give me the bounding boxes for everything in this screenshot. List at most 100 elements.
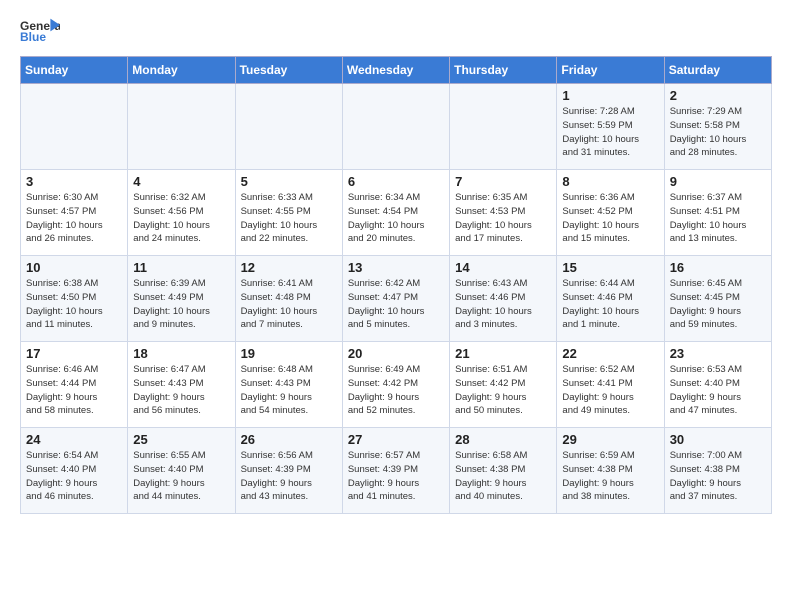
day-number: 7 [455,174,551,189]
day-number: 19 [241,346,337,361]
col-header-sunday: Sunday [21,57,128,84]
day-info: Sunrise: 6:46 AM Sunset: 4:44 PM Dayligh… [26,363,122,418]
calendar-cell: 14 Sunrise: 6:43 AM Sunset: 4:46 PM Dayli… [450,256,557,342]
calendar-cell [450,84,557,170]
week-row-3: 17Sunrise: 6:46 AM Sunset: 4:44 PM Dayli… [21,342,772,428]
col-header-saturday: Saturday [664,57,771,84]
day-number: 21 [455,346,551,361]
col-header-monday: Monday [128,57,235,84]
day-info: Sunrise: 6:39 AM Sunset: 4:49 PM Dayligh… [133,277,229,332]
calendar-cell: 16 Sunrise: 6:45 AM Sunset: 4:45 PM Dayli… [664,256,771,342]
day-number: 9 [670,174,766,189]
day-number: 27 [348,432,444,447]
calendar-cell: 25 Sunrise: 6:55 AM Sunset: 4:40 PM Dayli… [128,428,235,514]
day-number: 8 [562,174,658,189]
day-info: Sunrise: 7:29 AM Sunset: 5:58 PM Dayligh… [670,105,766,160]
day-info: Sunrise: 6:54 AM Sunset: 4:40 PM Dayligh… [26,449,122,504]
calendar-cell: 29Sunrise: 6:59 AM Sunset: 4:38 PM Dayli… [557,428,664,514]
day-info: Sunrise: 6:34 AM Sunset: 4:54 PM Dayligh… [348,191,444,246]
day-number: 20 [348,346,444,361]
day-number: 3 [26,174,122,189]
calendar-cell: 28 Sunrise: 6:58 AM Sunset: 4:38 PM Dayli… [450,428,557,514]
calendar-cell: 3 Sunrise: 6:30 AM Sunset: 4:57 PM Daylig… [21,170,128,256]
day-info: Sunrise: 6:32 AM Sunset: 4:56 PM Dayligh… [133,191,229,246]
calendar-cell: 1 Sunrise: 7:28 AM Sunset: 5:59 PM Daylig… [557,84,664,170]
day-number: 16 [670,260,766,275]
calendar-cell: 18 Sunrise: 6:47 AM Sunset: 4:43 PM Dayli… [128,342,235,428]
day-number: 28 [455,432,551,447]
day-number: 15 [562,260,658,275]
day-info: Sunrise: 6:52 AM Sunset: 4:41 PM Dayligh… [562,363,658,418]
day-info: Sunrise: 6:36 AM Sunset: 4:52 PM Dayligh… [562,191,658,246]
day-number: 12 [241,260,337,275]
day-info: Sunrise: 7:00 AM Sunset: 4:38 PM Dayligh… [670,449,766,504]
day-number: 6 [348,174,444,189]
calendar-cell: 7Sunrise: 6:35 AM Sunset: 4:53 PM Daylig… [450,170,557,256]
calendar-cell [235,84,342,170]
calendar-cell: 27 Sunrise: 6:57 AM Sunset: 4:39 PM Dayli… [342,428,449,514]
calendar-cell: 20 Sunrise: 6:49 AM Sunset: 4:42 PM Dayli… [342,342,449,428]
calendar-cell: 17Sunrise: 6:46 AM Sunset: 4:44 PM Dayli… [21,342,128,428]
calendar-cell [342,84,449,170]
header: General Blue [20,16,772,46]
day-info: Sunrise: 6:47 AM Sunset: 4:43 PM Dayligh… [133,363,229,418]
calendar-cell [128,84,235,170]
day-number: 2 [670,88,766,103]
calendar-cell: 6 Sunrise: 6:34 AM Sunset: 4:54 PM Daylig… [342,170,449,256]
week-row-1: 3 Sunrise: 6:30 AM Sunset: 4:57 PM Daylig… [21,170,772,256]
day-info: Sunrise: 6:53 AM Sunset: 4:40 PM Dayligh… [670,363,766,418]
calendar-cell: 21 Sunrise: 6:51 AM Sunset: 4:42 PM Dayli… [450,342,557,428]
day-info: Sunrise: 7:28 AM Sunset: 5:59 PM Dayligh… [562,105,658,160]
calendar-cell: 10 Sunrise: 6:38 AM Sunset: 4:50 PM Dayli… [21,256,128,342]
day-info: Sunrise: 6:55 AM Sunset: 4:40 PM Dayligh… [133,449,229,504]
col-header-friday: Friday [557,57,664,84]
calendar-cell: 15Sunrise: 6:44 AM Sunset: 4:46 PM Dayli… [557,256,664,342]
calendar-cell: 26Sunrise: 6:56 AM Sunset: 4:39 PM Dayli… [235,428,342,514]
day-number: 25 [133,432,229,447]
day-number: 1 [562,88,658,103]
day-info: Sunrise: 6:59 AM Sunset: 4:38 PM Dayligh… [562,449,658,504]
calendar-cell: 24 Sunrise: 6:54 AM Sunset: 4:40 PM Dayli… [21,428,128,514]
calendar-cell: 9 Sunrise: 6:37 AM Sunset: 4:51 PM Daylig… [664,170,771,256]
week-row-2: 10 Sunrise: 6:38 AM Sunset: 4:50 PM Dayli… [21,256,772,342]
week-row-0: 1 Sunrise: 7:28 AM Sunset: 5:59 PM Daylig… [21,84,772,170]
calendar-cell: 8 Sunrise: 6:36 AM Sunset: 4:52 PM Daylig… [557,170,664,256]
calendar-cell [21,84,128,170]
day-number: 4 [133,174,229,189]
day-info: Sunrise: 6:58 AM Sunset: 4:38 PM Dayligh… [455,449,551,504]
calendar-table: SundayMondayTuesdayWednesdayThursdayFrid… [20,56,772,514]
svg-text:Blue: Blue [20,30,46,44]
day-number: 11 [133,260,229,275]
col-header-wednesday: Wednesday [342,57,449,84]
calendar-cell: 12 Sunrise: 6:41 AM Sunset: 4:48 PM Dayli… [235,256,342,342]
calendar-cell: 19 Sunrise: 6:48 AM Sunset: 4:43 PM Dayli… [235,342,342,428]
day-info: Sunrise: 6:37 AM Sunset: 4:51 PM Dayligh… [670,191,766,246]
day-info: Sunrise: 6:30 AM Sunset: 4:57 PM Dayligh… [26,191,122,246]
col-header-thursday: Thursday [450,57,557,84]
day-info: Sunrise: 6:41 AM Sunset: 4:48 PM Dayligh… [241,277,337,332]
day-info: Sunrise: 6:38 AM Sunset: 4:50 PM Dayligh… [26,277,122,332]
day-info: Sunrise: 6:43 AM Sunset: 4:46 PM Dayligh… [455,277,551,332]
day-number: 13 [348,260,444,275]
logo-icon: General Blue [20,16,60,46]
day-info: Sunrise: 6:33 AM Sunset: 4:55 PM Dayligh… [241,191,337,246]
day-number: 5 [241,174,337,189]
day-number: 18 [133,346,229,361]
day-info: Sunrise: 6:45 AM Sunset: 4:45 PM Dayligh… [670,277,766,332]
calendar-cell: 30Sunrise: 7:00 AM Sunset: 4:38 PM Dayli… [664,428,771,514]
day-info: Sunrise: 6:57 AM Sunset: 4:39 PM Dayligh… [348,449,444,504]
day-number: 10 [26,260,122,275]
calendar-cell: 11 Sunrise: 6:39 AM Sunset: 4:49 PM Dayli… [128,256,235,342]
logo: General Blue [20,16,60,46]
calendar-cell: 23Sunrise: 6:53 AM Sunset: 4:40 PM Dayli… [664,342,771,428]
calendar-cell: 22 Sunrise: 6:52 AM Sunset: 4:41 PM Dayli… [557,342,664,428]
calendar-cell: 5 Sunrise: 6:33 AM Sunset: 4:55 PM Daylig… [235,170,342,256]
day-number: 14 [455,260,551,275]
day-info: Sunrise: 6:49 AM Sunset: 4:42 PM Dayligh… [348,363,444,418]
col-header-tuesday: Tuesday [235,57,342,84]
day-info: Sunrise: 6:51 AM Sunset: 4:42 PM Dayligh… [455,363,551,418]
day-info: Sunrise: 6:48 AM Sunset: 4:43 PM Dayligh… [241,363,337,418]
day-info: Sunrise: 6:42 AM Sunset: 4:47 PM Dayligh… [348,277,444,332]
day-number: 22 [562,346,658,361]
day-number: 24 [26,432,122,447]
